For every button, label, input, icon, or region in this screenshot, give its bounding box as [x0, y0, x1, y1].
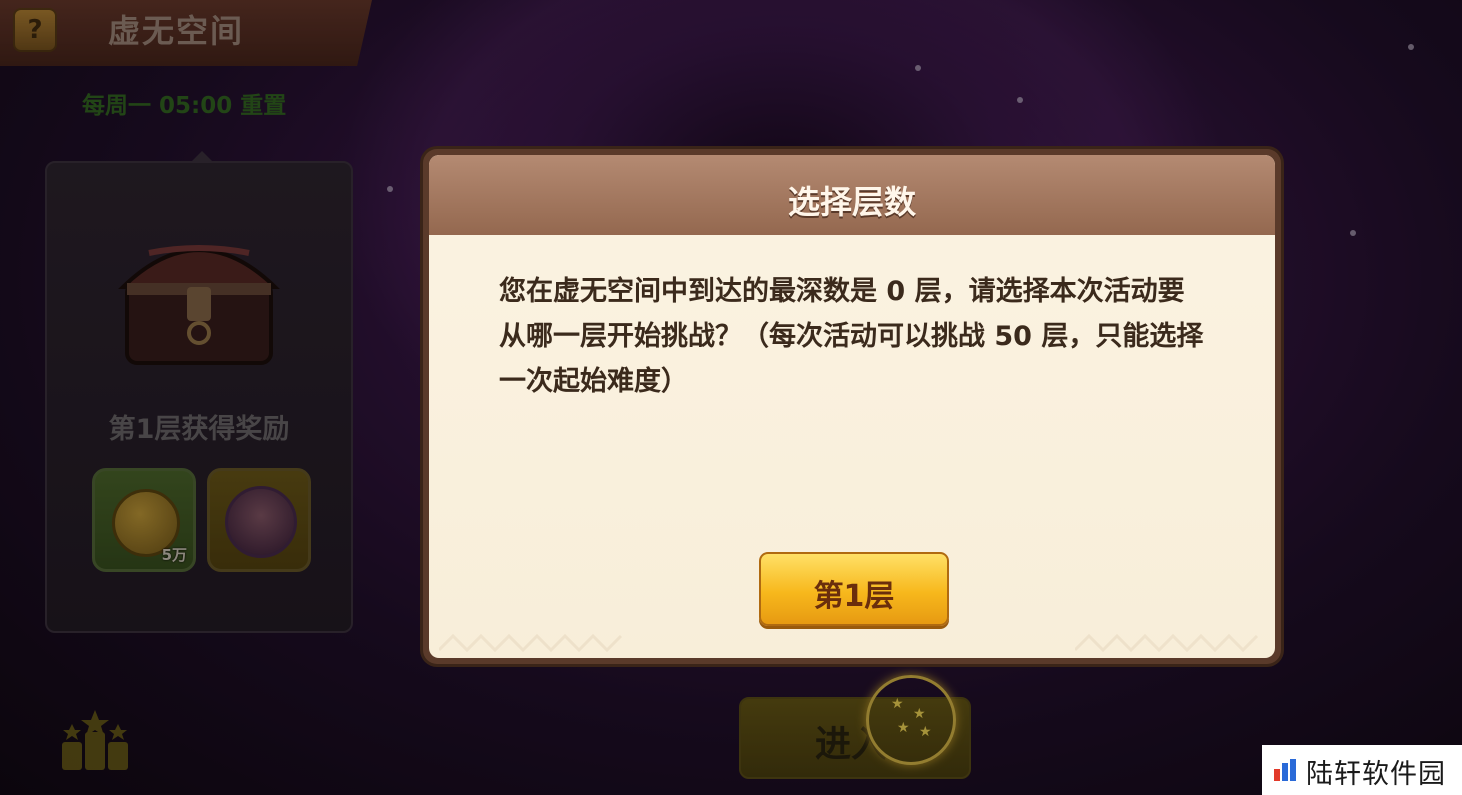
dialog-message: 您在虚无空间中到达的最深数是 0 层，请选择本次活动要从哪一层开始挑战？（每次活…	[499, 276, 1204, 397]
select-floor-dialog: 选择层数 您在虚无空间中到达的最深数是 0 层，请选择本次活动要从哪一层开始挑战…	[423, 149, 1281, 664]
dialog-title: 选择层数	[787, 183, 916, 221]
floor-button-label: 第1层	[813, 579, 895, 614]
site-logo-icon	[1274, 759, 1296, 781]
dialog-body: 选择层数 您在虚无空间中到达的最深数是 0 层，请选择本次活动要从哪一层开始挑战…	[429, 155, 1275, 658]
watermark: 陆轩软件园	[1262, 745, 1462, 795]
decorative-pattern	[1075, 633, 1259, 652]
watermark-text: 陆轩软件园	[1306, 759, 1446, 790]
floor-select-button[interactable]: 第1层	[759, 552, 949, 626]
decorative-pattern	[439, 633, 623, 652]
dialog-header: 选择层数	[429, 155, 1275, 235]
